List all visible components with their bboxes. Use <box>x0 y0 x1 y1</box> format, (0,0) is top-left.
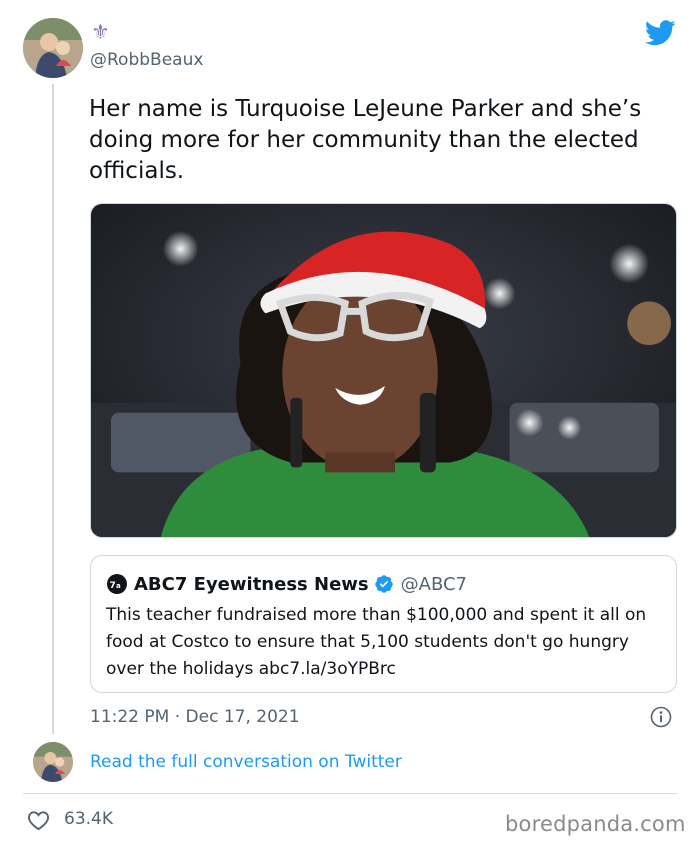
twitter-bird-icon[interactable] <box>645 20 676 46</box>
read-conversation-link[interactable]: Read the full conversation on Twitter <box>90 752 402 772</box>
tweet-media-image[interactable] <box>90 203 677 538</box>
author-avatar[interactable] <box>23 18 83 78</box>
abc7-logo-icon: 7 a <box>107 574 127 594</box>
like-count: 63.4K <box>64 809 113 829</box>
author-name[interactable]: ⚜ <box>91 22 110 43</box>
quoted-tweet-header: 7 a ABC7 Eyewitness News @ABC7 <box>106 572 467 596</box>
quoted-tweet-card[interactable]: 7 a ABC7 Eyewitness News @ABC7 This teac… <box>90 555 677 693</box>
thread-line <box>52 84 54 734</box>
info-icon[interactable] <box>650 706 672 728</box>
svg-text:7: 7 <box>110 581 116 591</box>
footer-divider <box>23 793 677 794</box>
author-handle[interactable]: @RobbBeaux <box>90 50 203 70</box>
svg-text:a: a <box>116 582 121 590</box>
media-photo <box>91 204 676 537</box>
heart-icon[interactable] <box>27 809 50 831</box>
viewer-avatar <box>33 742 73 782</box>
source-watermark: boredpanda.com <box>505 812 686 836</box>
avatar-photo <box>23 18 83 78</box>
tweet-text: Her name is Turquoise LeJeune Parker and… <box>89 96 642 184</box>
tweet-timestamp[interactable]: 11:22 PM · Dec 17, 2021 <box>90 707 300 727</box>
quoted-author-name: ABC7 Eyewitness News <box>134 573 369 595</box>
quoted-author-handle: @ABC7 <box>400 573 467 595</box>
avatar-photo-small <box>33 742 73 782</box>
verified-badge-icon <box>374 575 393 593</box>
quoted-tweet-text: This teacher fundraised more than $100,0… <box>106 605 647 679</box>
